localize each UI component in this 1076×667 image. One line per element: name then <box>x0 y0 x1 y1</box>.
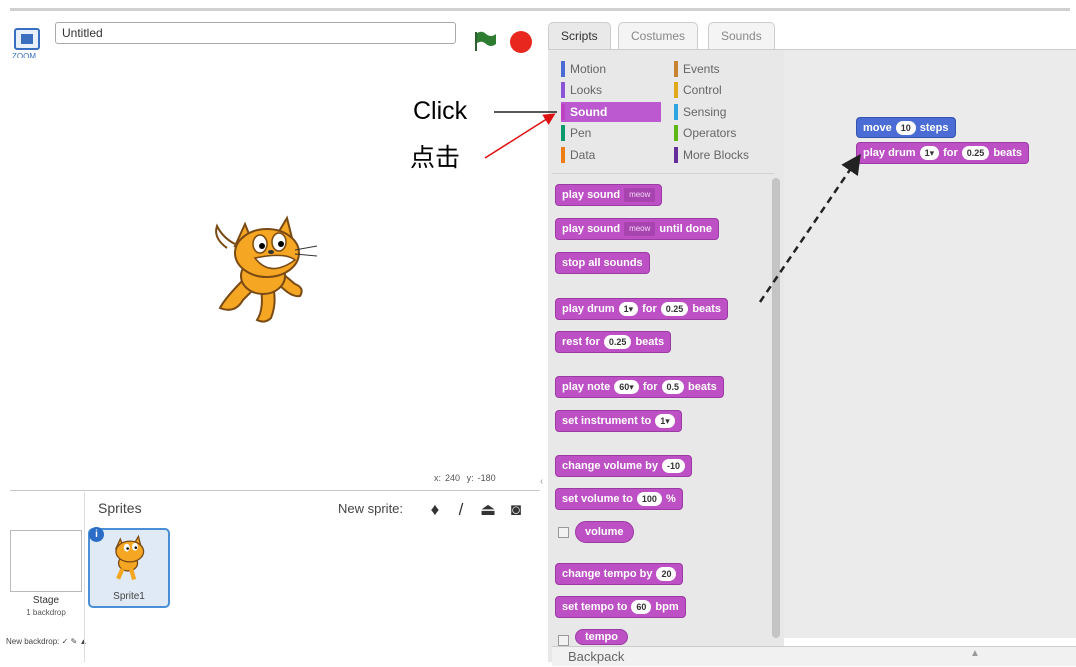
stage-label: Stage <box>32 595 60 606</box>
block-play-sound-until-done[interactable]: play sound meow until done <box>555 218 719 240</box>
category-looks[interactable]: Looks <box>561 80 661 100</box>
block-play-drum[interactable]: play drum 1▾ for 0.25 beats <box>555 298 729 320</box>
stage-thumbnail[interactable] <box>10 530 82 592</box>
palette-separator <box>552 173 774 174</box>
drum-input[interactable]: 1▾ <box>919 146 940 160</box>
backpack-expand-icon[interactable]: ▲ <box>970 648 980 659</box>
x-label: x: <box>434 473 442 483</box>
new-sprite-label: New sprite: <box>338 501 404 516</box>
sound-dropdown[interactable]: meow <box>624 222 656 236</box>
category-sound[interactable]: Sound <box>561 102 661 122</box>
category-sensing[interactable]: Sensing <box>674 102 774 122</box>
cat-sprite-on-stage[interactable] <box>205 208 330 328</box>
sprites-heading: Sprites <box>98 500 142 516</box>
volume-checkbox[interactable] <box>558 527 569 538</box>
camera-icon[interactable]: ◙ <box>506 500 526 520</box>
tempo-checkbox[interactable] <box>558 635 569 646</box>
beats-input[interactable]: 0.25 <box>961 146 990 160</box>
top-border <box>10 8 1070 11</box>
tempo-input[interactable]: 60 <box>631 600 652 614</box>
presentation-mode-icon[interactable] <box>14 28 40 50</box>
block-set-volume[interactable]: set volume to 100% <box>555 488 683 510</box>
tab-costumes[interactable]: Costumes <box>618 22 699 50</box>
tab-sounds[interactable]: Sounds <box>708 22 775 50</box>
reporter-tempo[interactable]: tempo <box>575 629 628 645</box>
beats-input[interactable]: 0.5 <box>661 380 685 394</box>
x-value: 240 <box>445 473 461 483</box>
new-backdrop-label: New backdrop: ✓ ✎ ▲ <box>6 637 88 646</box>
block-rest-for[interactable]: rest for 0.25 beats <box>555 331 672 353</box>
block-play-sound[interactable]: play sound meow <box>555 184 663 206</box>
choose-sprite-library-icon[interactable]: ♦ <box>425 500 445 520</box>
project-title-input[interactable] <box>55 22 456 44</box>
block-change-tempo[interactable]: change tempo by 20 <box>555 563 684 585</box>
category-control[interactable]: Control <box>674 80 774 100</box>
block-set-tempo[interactable]: set tempo to 60 bpm <box>555 596 686 618</box>
annotation-click: Click <box>413 97 468 125</box>
mouse-coordinates: x: 240 y: -180 <box>430 473 496 483</box>
annotation-click-chinese: 点击 <box>410 143 461 172</box>
tab-scripts[interactable]: Scripts <box>548 22 611 50</box>
block-stop-all-sounds[interactable]: stop all sounds <box>555 252 650 274</box>
script-block-move[interactable]: move 10 steps <box>856 117 956 138</box>
backpack[interactable]: Backpack <box>552 646 1076 666</box>
block-change-volume[interactable]: change volume by -10 <box>555 455 692 477</box>
volume-input[interactable]: 100 <box>636 492 662 506</box>
stop-icon[interactable] <box>510 31 532 53</box>
green-flag-icon[interactable] <box>472 30 498 52</box>
y-value: -180 <box>477 473 496 483</box>
script-area[interactable] <box>784 50 1076 638</box>
volume-input[interactable]: -10 <box>661 459 685 473</box>
category-more-blocks[interactable]: More Blocks <box>674 145 774 165</box>
category-pen[interactable]: Pen <box>561 123 661 143</box>
info-icon[interactable]: i <box>89 527 104 542</box>
category-events[interactable]: Events <box>674 59 774 79</box>
block-set-instrument[interactable]: set instrument to 1▾ <box>555 410 682 432</box>
y-label: y: <box>466 473 474 483</box>
upload-sprite-icon[interactable]: ⏏ <box>478 500 498 520</box>
category-data[interactable]: Data <box>561 145 661 165</box>
category-motion[interactable]: Motion <box>561 59 661 79</box>
beats-input[interactable]: 0.25 <box>603 335 632 349</box>
instrument-input[interactable]: 1▾ <box>655 414 675 428</box>
block-play-note[interactable]: play note 60▾ for 0.5 beats <box>555 376 724 398</box>
sprite-thumbnail-cat-icon <box>114 534 145 581</box>
steps-input[interactable]: 10 <box>895 120 916 135</box>
palette-scrollbar[interactable] <box>772 178 780 638</box>
note-input[interactable]: 60▾ <box>614 380 639 394</box>
script-block-play-drum[interactable]: play drum 1▾ for 0.25 beats <box>856 142 1030 164</box>
sprite-pane-divider <box>84 492 85 662</box>
tempo-input[interactable]: 20 <box>656 567 677 581</box>
category-operators[interactable]: Operators <box>674 123 774 143</box>
beats-input[interactable]: 0.25 <box>660 302 689 316</box>
sprite-name: Sprite1 <box>113 591 145 602</box>
paint-new-sprite-icon[interactable]: / <box>451 500 471 520</box>
sound-dropdown[interactable]: meow <box>624 188 656 202</box>
reporter-volume[interactable]: volume <box>575 521 634 543</box>
collapse-icon[interactable]: ‹ <box>540 476 543 487</box>
stage-backdrop-count: 1 backdrop <box>26 608 66 617</box>
drum-input[interactable]: 1▾ <box>618 302 639 316</box>
